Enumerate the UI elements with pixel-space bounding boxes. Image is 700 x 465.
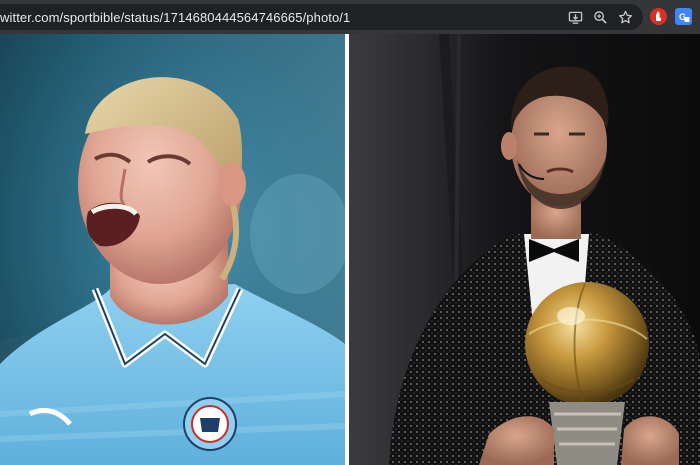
install-app-icon[interactable] (567, 9, 583, 25)
photo-left-footballer (0, 34, 345, 465)
url-text[interactable]: witter.com/sportbible/status/17146804445… (0, 10, 350, 25)
tweet-photo[interactable] (0, 34, 700, 465)
browser-toolbar: witter.com/sportbible/status/17146804445… (0, 0, 700, 34)
address-bar-actions (567, 4, 633, 30)
zoom-icon[interactable] (592, 9, 608, 25)
ublock-extension-icon[interactable] (650, 8, 667, 25)
photo-right-trophy (349, 34, 700, 465)
translate-extension-icon[interactable]: G (675, 8, 692, 25)
bookmark-star-icon[interactable] (617, 9, 633, 25)
address-bar[interactable]: witter.com/sportbible/status/17146804445… (0, 4, 643, 30)
extensions-area: G (650, 8, 692, 25)
